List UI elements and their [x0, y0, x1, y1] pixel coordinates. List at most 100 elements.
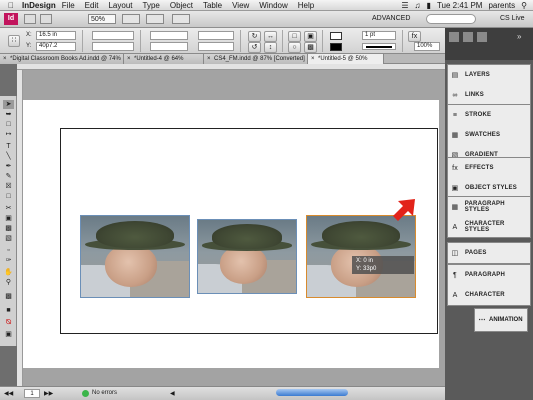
- stroke-type-select[interactable]: [362, 43, 396, 50]
- shear-field[interactable]: [198, 42, 234, 51]
- panel-item-paragraph[interactable]: ¶ PARAGRAPH: [448, 265, 530, 285]
- menu-table[interactable]: Table: [203, 1, 222, 10]
- document-tab[interactable]: × CS4_FM.indd @ 87% [Converted]: [204, 54, 308, 64]
- pencil-tool-icon[interactable]: ✎: [3, 172, 14, 181]
- menu-type[interactable]: Type: [143, 1, 160, 10]
- menu-help[interactable]: Help: [298, 1, 314, 10]
- rotation-field[interactable]: [198, 31, 234, 40]
- panel-item-paragraph-styles[interactable]: ▦ PARAGRAPH STYLES: [448, 197, 530, 217]
- menu-layout[interactable]: Layout: [108, 1, 132, 10]
- stroke-weight-field[interactable]: 1 pt: [362, 31, 396, 40]
- document-tab[interactable]: × *Untitled-4 @ 64%: [124, 54, 204, 64]
- pen-tool-icon[interactable]: ✒: [3, 162, 14, 171]
- panel-item-stroke[interactable]: ≡ STROKE: [448, 105, 530, 125]
- collapse-panels-icon[interactable]: »: [517, 32, 521, 41]
- close-tab-icon[interactable]: ×: [207, 54, 211, 64]
- scale-x-field[interactable]: [150, 31, 188, 40]
- close-tab-icon[interactable]: ×: [127, 54, 131, 64]
- rotate-ccw-icon[interactable]: ↺: [248, 42, 261, 53]
- document-tab-active[interactable]: × *Untitled-5 @ 50%: [308, 54, 384, 64]
- search-input[interactable]: [426, 14, 476, 24]
- user-name[interactable]: parents: [488, 1, 515, 10]
- panel-toggle-icon[interactable]: [463, 32, 473, 42]
- image-frame[interactable]: [197, 219, 297, 294]
- opacity-field[interactable]: 100%: [414, 42, 440, 51]
- horizontal-ruler[interactable]: [17, 64, 445, 70]
- apple-icon[interactable]: : [4, 1, 18, 10]
- select-container-icon[interactable]: □: [288, 31, 301, 42]
- zoom-tool-icon[interactable]: ⚲: [3, 278, 14, 287]
- volume-icon[interactable]: ♫: [415, 1, 421, 10]
- close-tab-icon[interactable]: ×: [3, 54, 7, 64]
- panel-item-animation[interactable]: ⋯ ANIMATION: [474, 308, 528, 332]
- rectangle-frame-tool-icon[interactable]: ☒: [3, 182, 14, 191]
- workspace-switcher[interactable]: ADVANCED: [372, 14, 422, 24]
- eyedropper-tool-icon[interactable]: ✑: [3, 256, 14, 265]
- arrange-documents-icon[interactable]: [172, 14, 190, 24]
- next-page-icon[interactable]: ▶▶: [44, 390, 53, 397]
- note-tool-icon[interactable]: ▫: [3, 246, 14, 255]
- flip-vertical-icon[interactable]: ↕: [264, 42, 277, 53]
- panel-item-character[interactable]: A CHARACTER: [448, 285, 530, 305]
- y-field[interactable]: 40p7.2: [36, 42, 76, 51]
- gradient-feather-tool-icon[interactable]: ▧: [3, 234, 14, 243]
- preflight-status[interactable]: No errors: [92, 390, 117, 396]
- zoom-select[interactable]: 50%: [88, 14, 116, 24]
- wifi-icon[interactable]: ☰: [401, 1, 408, 10]
- apply-none-icon[interactable]: ⦰: [3, 318, 14, 327]
- image-frame[interactable]: [80, 215, 190, 298]
- direct-selection-tool-icon[interactable]: ➥: [3, 110, 14, 119]
- apply-color-icon[interactable]: ■: [3, 306, 14, 315]
- menu-window[interactable]: Window: [259, 1, 287, 10]
- minibridge-icon[interactable]: [40, 14, 52, 24]
- fill-stroke-icon[interactable]: ▩: [3, 292, 14, 301]
- first-page-icon[interactable]: ◀◀: [4, 390, 13, 397]
- screen-mode-icon[interactable]: [146, 14, 164, 24]
- line-tool-icon[interactable]: ╲: [3, 152, 14, 161]
- free-transform-tool-icon[interactable]: ▣: [3, 214, 14, 223]
- selection-tool-icon[interactable]: ➤: [3, 100, 14, 109]
- fit-frame-icon[interactable]: ▩: [304, 42, 317, 53]
- gradient-swatch-tool-icon[interactable]: ▩: [3, 224, 14, 233]
- panel-toggle-icon[interactable]: [477, 32, 487, 42]
- panel-item-layers[interactable]: ▤ LAYERS: [448, 65, 530, 85]
- cs-live-button[interactable]: CS Live: [500, 14, 530, 24]
- scroll-left-icon[interactable]: ◀: [170, 390, 175, 397]
- width-field[interactable]: [92, 31, 134, 40]
- fill-swatch-icon[interactable]: [330, 32, 342, 40]
- spotlight-search-icon[interactable]: ⚲: [521, 1, 527, 10]
- menu-file[interactable]: File: [62, 1, 75, 10]
- hand-tool-icon[interactable]: ✋: [3, 268, 14, 277]
- gap-tool-icon[interactable]: ↦: [3, 130, 14, 139]
- view-options-icon[interactable]: [122, 14, 140, 24]
- bridge-icon[interactable]: [24, 14, 36, 24]
- rectangle-tool-icon[interactable]: □: [3, 192, 14, 201]
- horizontal-scrollbar-thumb[interactable]: [276, 389, 348, 396]
- fit-content-icon[interactable]: ▣: [304, 31, 317, 42]
- clock[interactable]: Tue 2:41 PM: [437, 1, 483, 10]
- reference-point-icon[interactable]: ∷: [8, 35, 20, 47]
- panel-item-effects[interactable]: fx EFFECTS: [448, 158, 530, 178]
- panel-toggle-icon[interactable]: [449, 32, 459, 42]
- battery-icon[interactable]: ▮: [427, 1, 431, 10]
- page-number-field[interactable]: 1: [24, 389, 40, 398]
- panel-item-links[interactable]: ∞ LINKS: [448, 85, 530, 105]
- page-tool-icon[interactable]: □: [3, 120, 14, 129]
- menu-object[interactable]: Object: [170, 1, 193, 10]
- scissors-tool-icon[interactable]: ✂: [3, 204, 14, 213]
- panel-item-pages[interactable]: ◫ PAGES: [448, 243, 530, 263]
- select-content-icon[interactable]: ○: [288, 42, 301, 53]
- drop-shadow-icon[interactable]: fx: [408, 31, 421, 42]
- height-field[interactable]: [92, 42, 134, 51]
- screen-mode-icon[interactable]: ▣: [3, 330, 14, 339]
- panel-item-character-styles[interactable]: A CHARACTER STYLES: [448, 217, 530, 237]
- document-tab[interactable]: × *Digital Classroom Books Ad.indd @ 74%: [0, 54, 124, 64]
- menu-view[interactable]: View: [232, 1, 249, 10]
- panel-item-object-styles[interactable]: ▣ OBJECT STYLES: [448, 178, 530, 198]
- document-page[interactable]: [60, 128, 438, 334]
- type-tool-icon[interactable]: T: [3, 142, 14, 151]
- rotate-cw-icon[interactable]: ↻: [248, 31, 261, 42]
- menu-edit[interactable]: Edit: [85, 1, 99, 10]
- app-name[interactable]: InDesign: [22, 1, 56, 10]
- scale-y-field[interactable]: [150, 42, 188, 51]
